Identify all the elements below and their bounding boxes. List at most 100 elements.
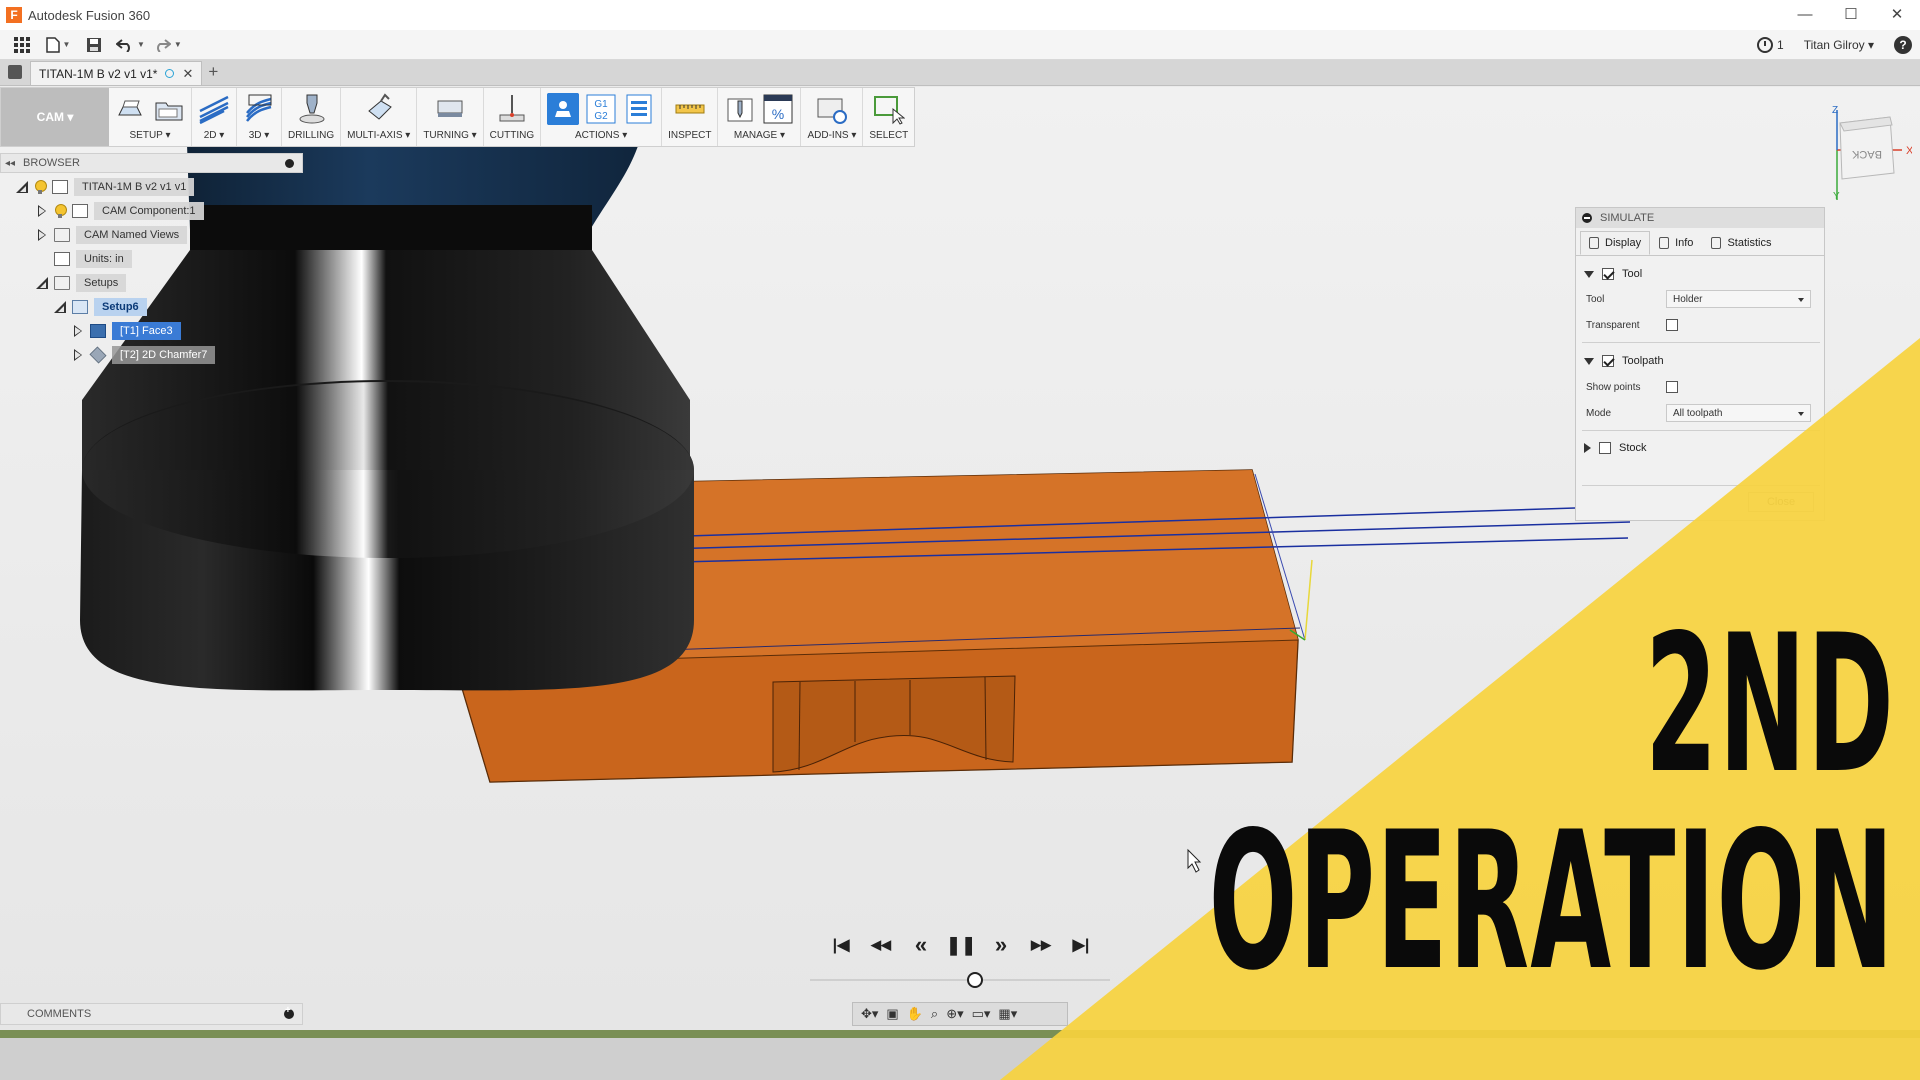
zoom-icon[interactable]: ⌕: [931, 1006, 938, 1022]
user-menu[interactable]: Titan Gilroy ▾: [1804, 38, 1874, 52]
expand-setups-icon[interactable]: [36, 277, 48, 289]
section-divider: [1582, 485, 1820, 486]
tool-section-header[interactable]: Tool: [1576, 263, 1824, 285]
tree-node-setup6[interactable]: Setup6: [54, 297, 147, 317]
tab-statistics[interactable]: Statistics: [1702, 231, 1780, 255]
expand-face3-icon[interactable]: [72, 325, 84, 337]
select-icon[interactable]: [873, 93, 905, 125]
expand-root-icon[interactable]: [16, 181, 28, 193]
tool-library-icon[interactable]: [724, 93, 756, 125]
measure-icon[interactable]: [674, 93, 706, 125]
2d-label: 2D ▾: [203, 130, 225, 141]
collapse-panel-icon[interactable]: [1582, 213, 1592, 223]
2d-adaptive-icon[interactable]: [198, 93, 230, 125]
drill-icon[interactable]: [295, 93, 327, 125]
cutting-icon[interactable]: [496, 93, 528, 125]
simulate-icon[interactable]: [547, 93, 580, 125]
stock-visible-checkbox[interactable]: [1599, 442, 1611, 454]
browser-pin-icon[interactable]: [285, 159, 294, 168]
tree-node-units[interactable]: Units: in: [54, 249, 132, 269]
templates-percent-icon[interactable]: %: [762, 93, 794, 125]
simulate-panel: SIMULATE Display Info Statistics Tool To…: [1575, 207, 1825, 521]
help-icon[interactable]: ?: [1894, 36, 1912, 54]
collapse-browser-icon[interactable]: ◂◂: [5, 158, 15, 169]
info-tab-icon: [1659, 237, 1670, 249]
browser-title: BROWSER: [23, 157, 80, 169]
multi-axis-icon[interactable]: [363, 93, 395, 125]
inspect-group[interactable]: INSPECT: [662, 88, 719, 146]
setup-folder-icon[interactable]: [153, 93, 185, 125]
new-setup-icon[interactable]: [115, 93, 147, 125]
post-process-g1g2-icon[interactable]: G1G2: [585, 93, 617, 125]
visibility-bulb-icon[interactable]: [54, 204, 67, 218]
look-at-icon[interactable]: ▣: [886, 1006, 898, 1022]
expand-views-icon[interactable]: [36, 229, 48, 241]
redo-icon[interactable]: ▼: [153, 33, 182, 57]
undo-icon[interactable]: ▼: [116, 33, 145, 57]
add-ins-group[interactable]: ADD-INS ▾: [801, 88, 864, 146]
data-panel-grid-icon[interactable]: [8, 33, 36, 57]
turning-icon[interactable]: [434, 93, 466, 125]
tree-node-cam-component[interactable]: CAM Component:1: [36, 201, 204, 221]
workspace-switcher[interactable]: CAM ▾: [1, 88, 109, 146]
actions-group[interactable]: G1 G2 ACTIONS ▾: [541, 88, 663, 146]
turning-group[interactable]: TURNING ▾: [417, 88, 484, 146]
stock-section-header[interactable]: Stock: [1576, 437, 1824, 459]
new-tab-button[interactable]: +: [202, 61, 224, 85]
view-cube[interactable]: BACK X Z Y: [1822, 105, 1912, 200]
comments-panel[interactable]: COMMENTS: [0, 1003, 303, 1025]
display-settings-icon[interactable]: ▭▾: [972, 1006, 991, 1022]
pan-hand-icon[interactable]: ✋: [907, 1006, 923, 1022]
minimize-button[interactable]: —: [1782, 0, 1828, 30]
2d-group[interactable]: 2D ▾: [192, 88, 237, 146]
maximize-button[interactable]: ☐: [1828, 0, 1874, 30]
tree-node-chamfer7[interactable]: [T2] 2D Chamfer7: [72, 345, 216, 365]
simulate-title: SIMULATE: [1600, 212, 1655, 224]
tree-node-face3[interactable]: [T1] Face3: [72, 321, 181, 341]
close-tab-icon[interactable]: ✕: [182, 66, 193, 82]
visibility-bulb-icon[interactable]: [34, 180, 47, 194]
transparent-checkbox[interactable]: [1666, 319, 1678, 331]
tool-visible-checkbox[interactable]: [1602, 268, 1614, 280]
3d-adaptive-icon[interactable]: [243, 93, 275, 125]
tab-info[interactable]: Info: [1650, 231, 1702, 255]
expand-tool-icon[interactable]: [1584, 270, 1594, 278]
manage-group[interactable]: % MANAGE ▾: [718, 88, 802, 146]
toolpath-section-header[interactable]: Toolpath: [1576, 350, 1824, 372]
toolpath-mode-select[interactable]: All toolpath: [1666, 404, 1811, 422]
orbit-icon[interactable]: ✥▾: [861, 1006, 878, 1022]
close-simulation-button[interactable]: Close: [1748, 492, 1814, 512]
expand-component-icon[interactable]: [36, 205, 48, 217]
toolpath-visible-checkbox[interactable]: [1602, 355, 1614, 367]
close-window-button[interactable]: ✕: [1874, 0, 1920, 30]
browser-header[interactable]: ◂◂ BROWSER: [0, 153, 303, 173]
document-tab[interactable]: TITAN-1M B v2 v1 v1* ✕: [30, 61, 203, 85]
save-icon[interactable]: [80, 33, 108, 57]
tree-node-root[interactable]: TITAN-1M B v2 v1 v1: [16, 177, 195, 197]
expand-chamfer7-icon[interactable]: [72, 349, 84, 361]
add-ins-label: ADD-INS ▾: [807, 130, 857, 141]
cube-icon: [8, 65, 22, 79]
multi-axis-group[interactable]: MULTI-AXIS ▾: [341, 88, 418, 146]
grid-settings-icon[interactable]: ▦▾: [998, 1006, 1017, 1022]
select-group[interactable]: SELECT: [863, 88, 914, 146]
tab-display[interactable]: Display: [1580, 231, 1651, 255]
tool-mode-select[interactable]: Holder: [1666, 290, 1811, 308]
tree-node-setups[interactable]: Setups: [36, 273, 127, 293]
add-comment-icon[interactable]: [284, 1005, 294, 1019]
3d-group[interactable]: 3D ▾: [237, 88, 282, 146]
expand-toolpath-icon[interactable]: [1584, 357, 1594, 365]
setup-sheet-icon[interactable]: [623, 93, 655, 125]
cutting-group[interactable]: CUTTING: [484, 88, 542, 146]
file-menu-button[interactable]: ▼: [44, 33, 72, 57]
expand-stock-icon[interactable]: [1584, 443, 1591, 453]
ribbon-toolbar: CAM ▾ SETUP ▾ 2D ▾ 3D ▾ DRILLING MULTI-A…: [0, 87, 916, 147]
expand-setup6-icon[interactable]: [54, 301, 66, 313]
fit-zoom-icon[interactable]: ⊕▾: [946, 1006, 963, 1022]
tree-node-named-views[interactable]: CAM Named Views: [36, 225, 188, 245]
setup-group[interactable]: SETUP ▾: [109, 88, 192, 146]
scripts-addins-icon[interactable]: [816, 93, 848, 125]
show-points-checkbox[interactable]: [1666, 381, 1678, 393]
job-status[interactable]: 1: [1757, 37, 1784, 53]
drilling-group[interactable]: DRILLING: [282, 88, 342, 146]
